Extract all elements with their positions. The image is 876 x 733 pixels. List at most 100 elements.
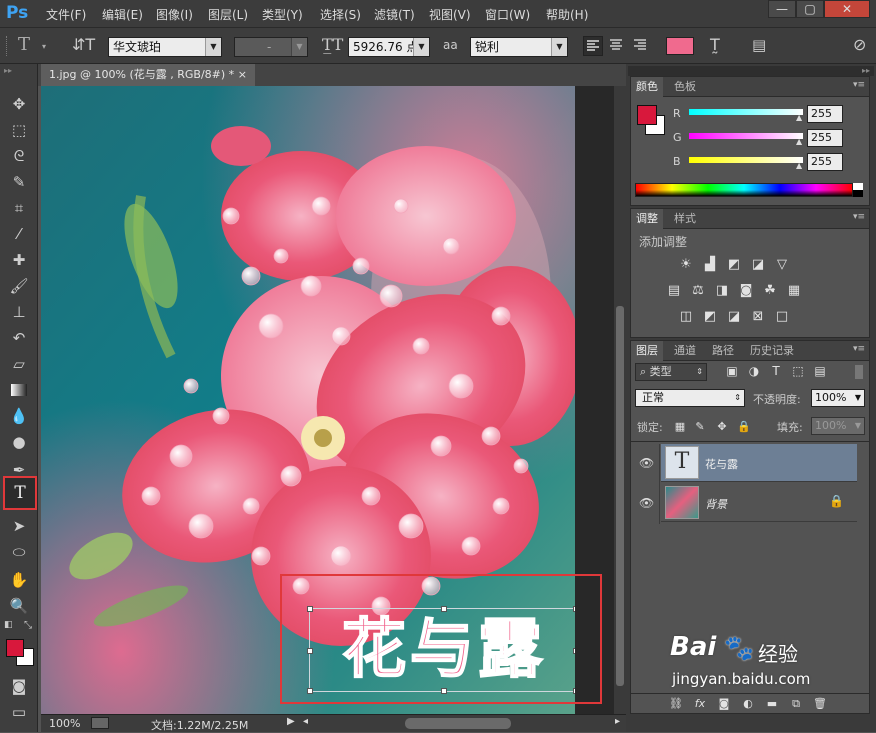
menu-view[interactable]: 视图(V) (429, 6, 471, 23)
quick-selection-tool-icon[interactable]: ✎ (4, 170, 34, 194)
antialias-select[interactable]: 锐利 ▼ (470, 37, 568, 57)
quick-mask-icon[interactable]: ◙ (4, 674, 34, 698)
panel-menu-icon[interactable]: ▾≡ (853, 344, 865, 354)
lock-position-icon[interactable]: ✥ (713, 419, 731, 435)
menu-window[interactable]: 窗口(W) (485, 6, 530, 23)
document-tab[interactable]: 1.jpg @ 100% (花与露 , RGB/8#) * × (41, 64, 255, 86)
r-slider-handle[interactable]: ▲ (796, 113, 802, 122)
vibrance-icon[interactable]: ▽ (773, 257, 791, 273)
tab-adjustments[interactable]: 调整 (631, 209, 663, 229)
scroll-right-icon[interactable]: ▸ (615, 716, 620, 727)
menu-type[interactable]: 类型(Y) (262, 6, 303, 23)
tab-swatches[interactable]: 色板 (669, 77, 701, 97)
filter-adjust-icon[interactable]: ◑ (745, 363, 763, 379)
panel-menu-icon[interactable]: ▾≡ (853, 80, 865, 90)
zoom-level[interactable]: 100% (49, 717, 80, 730)
threshold-icon[interactable]: ◪ (725, 309, 743, 325)
clone-stamp-tool-icon[interactable]: ⊥ (4, 300, 34, 324)
photo-filter-icon[interactable]: ◙ (737, 283, 755, 299)
dock-collapse-icon[interactable]: ▸▸ (628, 66, 874, 76)
posterize-icon[interactable]: ◩ (701, 309, 719, 325)
tab-history[interactable]: 历史记录 (745, 341, 799, 361)
brightness-icon[interactable]: ☀ (677, 257, 695, 273)
eraser-tool-icon[interactable]: ▱ (4, 352, 34, 376)
g-value-field[interactable]: 255 (807, 129, 843, 147)
align-left-button[interactable] (583, 36, 603, 56)
lock-image-icon[interactable]: ✎ (691, 419, 709, 435)
font-size-field[interactable]: 5926.76 点 ▼ (348, 37, 430, 57)
chevron-down-icon[interactable]: ▾ (42, 42, 46, 51)
brush-tool-icon[interactable]: 🖌 (4, 274, 34, 298)
tab-color[interactable]: 颜色 (631, 77, 663, 97)
panel-menu-icon[interactable]: ▾≡ (853, 212, 865, 222)
color-lookup-icon[interactable]: ▦ (785, 283, 803, 299)
type-tool-icon[interactable]: T (3, 476, 37, 510)
eye-icon[interactable]: 👁 (639, 456, 654, 470)
filter-smart-icon[interactable]: ▤ (811, 363, 829, 379)
spectrum-black-chip[interactable] (853, 190, 863, 197)
tab-layers[interactable]: 图层 (631, 341, 663, 361)
invert-icon[interactable]: ◫ (677, 309, 695, 325)
layer-name[interactable]: 花与露 (705, 456, 738, 472)
status-menu-arrow-icon[interactable]: ▶ (287, 716, 295, 727)
swap-colors-icon[interactable]: ⤡ (24, 620, 32, 631)
hand-tool-icon[interactable]: ✋ (4, 568, 34, 592)
color-spectrum-bar[interactable] (635, 183, 853, 197)
marquee-tool-icon[interactable]: ⬚ (4, 118, 34, 142)
font-family-select[interactable]: 华文琥珀 ▼ (108, 37, 222, 57)
layer-filter-select[interactable]: ⌕ 类型 ⇕ (635, 363, 707, 381)
vertical-scrollbar[interactable] (614, 86, 626, 714)
align-center-button[interactable] (607, 36, 627, 56)
status-preview-icon[interactable] (91, 717, 109, 729)
fill-field[interactable]: 100% ▼ (811, 417, 865, 435)
tab-channels[interactable]: 通道 (669, 341, 701, 361)
g-slider-handle[interactable]: ▲ (796, 137, 802, 146)
text-color-swatch[interactable] (666, 37, 694, 55)
filter-toggle[interactable] (855, 365, 863, 379)
blur-tool-icon[interactable]: 💧 (4, 404, 34, 428)
g-slider-track[interactable] (689, 133, 803, 139)
collapse-arrows-icon[interactable]: ▸▸ (4, 66, 12, 75)
ellipse-tool-icon[interactable]: ⬭ (4, 540, 34, 564)
exposure-icon[interactable]: ◪ (749, 257, 767, 273)
tab-paths[interactable]: 路径 (707, 341, 739, 361)
close-window-button[interactable]: ✕ (824, 0, 870, 18)
menu-select[interactable]: 选择(S) (320, 6, 361, 23)
channel-mixer-icon[interactable]: ☘ (761, 283, 779, 299)
menu-layer[interactable]: 图层(L) (208, 6, 248, 23)
default-colors-icon[interactable]: ◧ (4, 620, 13, 630)
layer-name[interactable]: 背景 (705, 496, 727, 512)
menu-filter[interactable]: 滤镜(T) (374, 6, 415, 23)
grip-handle[interactable] (6, 36, 8, 56)
layer-row-text[interactable]: T 花与露 (661, 444, 857, 482)
cancel-icon[interactable]: ⊘ (853, 35, 866, 54)
lasso-tool-icon[interactable]: ᘓ (4, 144, 34, 168)
b-slider-handle[interactable]: ▲ (796, 161, 802, 170)
hue-saturation-icon[interactable]: ▤ (665, 283, 683, 299)
text-orientation-icon[interactable]: ⇵T (72, 35, 95, 54)
gradient-tool-icon[interactable] (4, 378, 34, 402)
menu-edit[interactable]: 编辑(E) (102, 6, 143, 23)
eye-icon[interactable]: 👁 (639, 496, 654, 510)
zoom-tool-icon[interactable]: 🔍 (4, 594, 34, 618)
close-tab-icon[interactable]: × (238, 64, 247, 86)
color-foreground-swatch[interactable] (637, 105, 657, 125)
spectrum-white-chip[interactable] (853, 183, 863, 190)
blend-mode-select[interactable]: 正常 ⇕ (635, 389, 745, 407)
vertical-scroll-thumb[interactable] (616, 306, 624, 686)
character-panel-icon[interactable]: ▤ (752, 36, 766, 54)
opacity-field[interactable]: 100% ▼ (811, 389, 865, 407)
minimize-button[interactable]: — (768, 0, 796, 18)
crop-tool-icon[interactable]: ⌗ (4, 196, 34, 220)
align-right-button[interactable] (631, 36, 651, 56)
eyedropper-tool-icon[interactable]: ⁄ (4, 222, 34, 246)
font-style-select[interactable]: - ▼ (234, 37, 308, 57)
warp-text-icon[interactable]: T̰ (710, 35, 720, 54)
screen-mode-icon[interactable]: ▭ (4, 700, 34, 724)
menu-help[interactable]: 帮助(H) (546, 6, 588, 23)
maximize-button[interactable]: ▢ (796, 0, 824, 18)
path-selection-tool-icon[interactable]: ➤ (4, 514, 34, 538)
filter-pixel-icon[interactable]: ▣ (723, 363, 741, 379)
history-brush-tool-icon[interactable]: ↶ (4, 326, 34, 350)
move-tool-icon[interactable]: ✥ (4, 92, 34, 116)
